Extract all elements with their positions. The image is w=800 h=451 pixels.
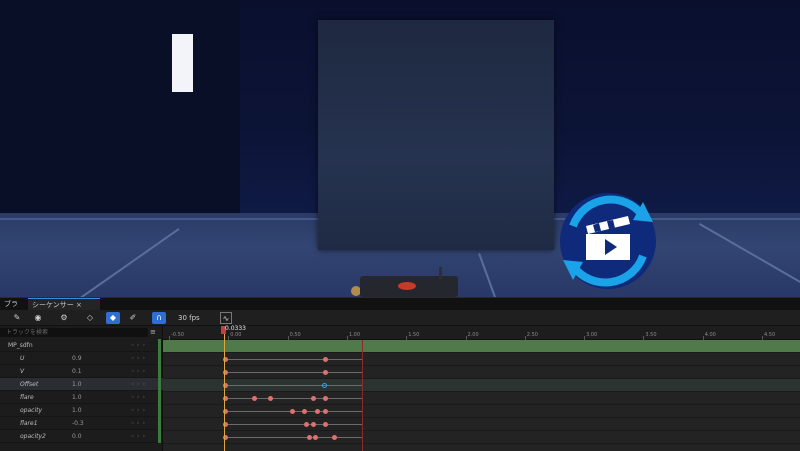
play-range [225,340,363,451]
track-name: MP_sdfn [8,342,33,349]
track-name: flare1 [20,420,38,427]
ruler-tick-label: 4.50 [764,332,776,338]
dark-wall-section [0,0,240,215]
track-gutter [158,430,161,443]
parking-line [478,253,498,297]
sequencer-dock: ブラウ... シーケンサー × ✎ ◉ ⚙ ◇ ◆ ✐ ∩ 30 fps ∿ ト… [0,297,800,451]
filter-icon[interactable]: ⚙ [56,312,72,324]
track-value[interactable]: 0.0 [72,430,82,443]
window-light [172,34,193,92]
track-gutter [158,352,161,365]
track-gutter [158,404,161,417]
track-row-mp-sdfn[interactable]: MP_sdfn ◦◦◦ [0,339,163,352]
key-nav-icons[interactable]: ◦◦◦ [131,352,148,365]
ruler-tick-label: 2.00 [467,332,479,338]
track-filter-icon[interactable]: ≡ [150,328,160,337]
track-value[interactable]: 1.0 [72,391,82,404]
key-nav-icons[interactable]: ◦◦◦ [131,417,148,430]
tab-sequencer[interactable]: シーケンサー × [28,298,100,310]
ruler-tick-label: 2.50 [526,332,538,338]
ruler-tick-label: -0.50 [171,332,184,338]
track-row-u[interactable]: U 0.9 ◦◦◦ [0,352,163,365]
key-nav-icons[interactable]: ◦◦◦ [131,339,148,352]
time-ruler[interactable]: -0.50 0.00 0.50 1.00 1.50 2.00 2.50 3.00 3.50 4.0… [163,326,800,340]
sequencer-film-clapper-icon[interactable] [553,186,663,296]
track-name: opacity [20,407,43,414]
ruler-tick-label: 0.50 [289,332,301,338]
ruler-tick-label: 4.00 [704,332,716,338]
track-name: opacity2 [20,433,46,440]
device-antenna [439,267,442,279]
key-icon[interactable]: ◇ [82,312,98,324]
timeline-area[interactable]: -0.50 0.00 0.50 1.00 1.50 2.00 2.50 3.00 3.50 4.0… [163,325,800,451]
track-value[interactable]: 1.0 [72,404,82,417]
magnet-icon[interactable]: ∩ [152,312,166,324]
ruler-tick-label: 0.00 [230,332,242,338]
brush-icon[interactable]: ✐ [126,312,140,324]
track-name: U [20,355,25,362]
ruler-tick-label: 1.50 [408,332,420,338]
track-value[interactable]: 0.1 [72,365,82,378]
key-nav-icons[interactable]: ◦◦◦ [131,365,148,378]
track-row-opacity2[interactable]: opacity2 0.0 ◦◦◦ [0,430,163,443]
track-name: flare [20,394,34,401]
ruler-tick-label: 1.00 [348,332,361,338]
tab-browser[interactable]: ブラウ... [0,298,28,320]
track-gutter [158,339,161,352]
fps-selector[interactable]: 30 fps [178,312,200,324]
track-list: トラックを検索 ≡ MP_sdfn ◦◦◦ U 0.9 ◦◦◦ V 0.1 ◦◦… [0,326,163,451]
track-row-flare[interactable]: flare 1.0 ◦◦◦ [0,391,163,404]
ruler-tick-label: 3.50 [645,332,657,338]
eye-icon[interactable]: ◉ [30,312,46,324]
playhead[interactable] [224,326,225,451]
key-nav-icons[interactable]: ◦◦◦ [131,404,148,417]
track-gutter [158,391,161,404]
track-gutter [158,378,161,391]
key-nav-icons[interactable]: ◦◦◦ [131,378,148,391]
current-time-readout: 0.0333 [225,325,246,332]
key-nav-icons[interactable]: ◦◦◦ [131,391,148,404]
wrench-icon[interactable]: ✎ [10,312,24,324]
track-value[interactable]: -0.3 [72,417,84,430]
device-led [398,282,416,290]
track-row-opacity[interactable]: opacity 1.0 ◦◦◦ [0,404,163,417]
track-row-offset[interactable]: Offset 1.0 ◦◦◦ [0,378,163,391]
track-gutter [158,365,161,378]
track-gutter [158,417,161,430]
dark-panel-mesh[interactable] [318,20,554,250]
sequencer-toolbar: ✎ ◉ ⚙ ◇ ◆ ✐ ∩ 30 fps ∿ [0,310,800,326]
level-viewport[interactable] [0,0,800,297]
track-value[interactable]: 1.0 [72,378,82,391]
track-name: V [20,368,25,375]
track-row-flare1[interactable]: flare1 -0.3 ◦◦◦ [0,417,163,430]
track-search-input[interactable]: トラックを検索 [0,328,148,337]
tab-sequencer-label: シーケンサー [32,301,74,309]
parking-line [699,223,800,285]
tab-bar: ブラウ... シーケンサー × [0,298,800,320]
parking-line [80,228,180,297]
track-name: Offset [20,381,39,388]
key-nav-icons[interactable]: ◦◦◦ [131,430,148,443]
track-row-v[interactable]: V 0.1 ◦◦◦ [0,365,163,378]
snap-icon[interactable]: ◆ [106,312,120,324]
track-value[interactable]: 0.9 [72,352,82,365]
ruler-tick-label: 3.00 [586,332,598,338]
curve-icon[interactable]: ∿ [220,312,232,324]
